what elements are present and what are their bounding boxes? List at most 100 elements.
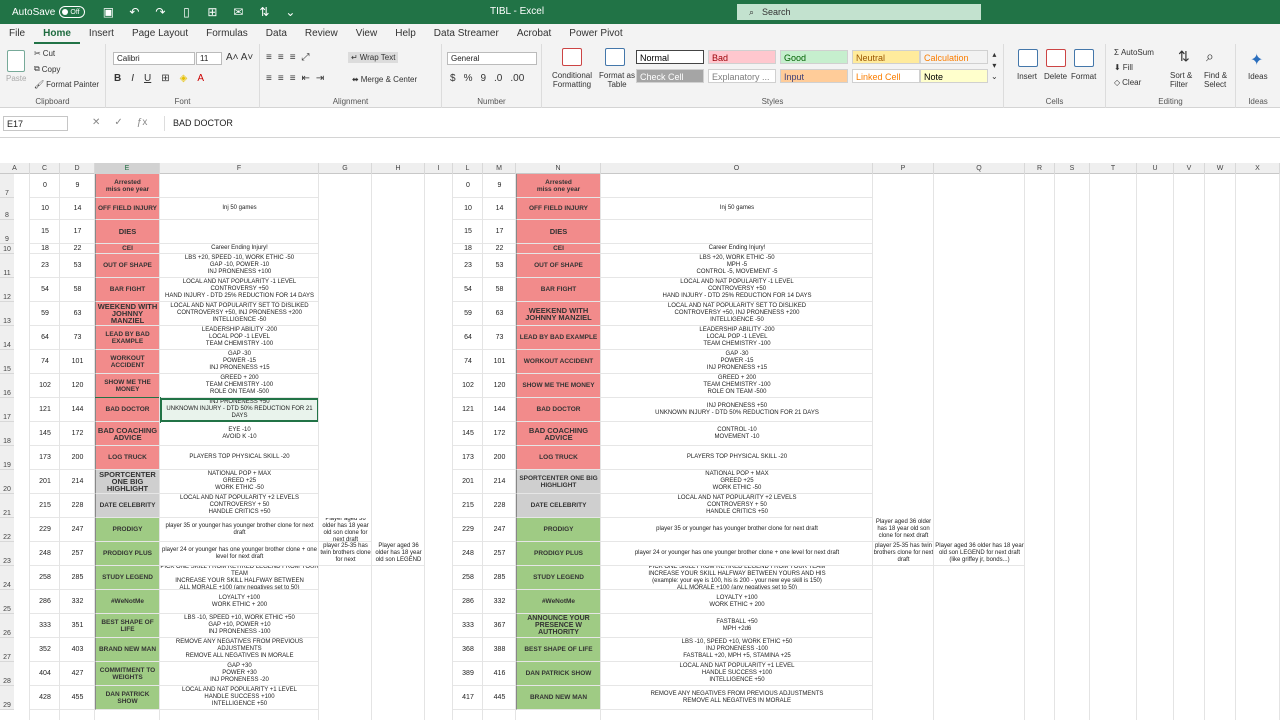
align-bottom-icon[interactable]: ≡ <box>290 52 296 63</box>
pitcher-event-name-cell[interactable]: BEST SHAPE OF LIFE <box>516 638 601 662</box>
cell-d[interactable]: 101 <box>60 350 95 374</box>
cell-m[interactable]: 332 <box>483 590 516 614</box>
cell-c[interactable]: 18 <box>30 244 60 254</box>
cell-l[interactable]: 258 <box>453 566 483 590</box>
effect-cell[interactable]: LOCAL AND NAT POPULARITY +1 LEVEL HANDLE… <box>160 686 319 710</box>
formula-input[interactable]: BAD DOCTOR <box>164 116 1274 131</box>
cell-d[interactable]: 73 <box>60 326 95 350</box>
autosum-button[interactable]: Σ AutoSum <box>1114 48 1154 57</box>
effect-cell[interactable]: player 24 or younger has one younger bro… <box>160 542 319 566</box>
row-header[interactable]: 24 <box>0 566 14 590</box>
event-name-cell[interactable]: BRAND NEW MAN <box>95 638 160 662</box>
cell-m[interactable]: 200 <box>483 446 516 470</box>
pitcher-event-name-cell[interactable]: DATE CELEBRITY <box>516 494 601 518</box>
row-header[interactable]: 29 <box>0 686 14 710</box>
effect-cell[interactable]: GAP +30 POWER +30 INJ PRONENESS -20 <box>160 662 319 686</box>
effect-cell[interactable]: NATIONAL POP + MAX GREED +25 WORK ETHIC … <box>160 470 319 494</box>
effect-cell[interactable]: LOCAL AND NAT POPULARITY -1 LEVEL CONTRO… <box>160 278 319 302</box>
pitcher-effect-cell[interactable]: LOCAL AND NAT POPULARITY +1 LEVEL HANDLE… <box>601 662 873 686</box>
event-name-cell[interactable]: BEST SHAPE OF LIFE <box>95 614 160 638</box>
event-name-cell[interactable]: BAR FIGHT <box>95 278 160 302</box>
effect-cell[interactable]: REMOVE ANY NEGATIVES FROM PREVIOUS ADJUS… <box>160 638 319 662</box>
percent-icon[interactable]: % <box>464 73 473 84</box>
row-header[interactable]: 14 <box>0 326 14 350</box>
ideas-icon[interactable]: ✦ <box>1250 50 1263 70</box>
event-name-cell[interactable]: DIES <box>95 220 160 244</box>
name-box[interactable]: E17 <box>3 116 68 131</box>
cell-c[interactable]: 10 <box>30 198 60 220</box>
cell-d[interactable]: 285 <box>60 566 95 590</box>
scroll-up-icon[interactable]: ▴ <box>992 50 996 59</box>
pitcher-event-name-cell[interactable]: STUDY LEGEND <box>516 566 601 590</box>
pitcher-event-name-cell[interactable]: OUT OF SHAPE <box>516 254 601 278</box>
undo-icon[interactable]: ↶ <box>127 5 141 19</box>
cell-m[interactable]: 367 <box>483 614 516 638</box>
cell-c[interactable]: 229 <box>30 518 60 542</box>
conditional-formatting-icon[interactable] <box>562 48 582 66</box>
pitcher-event-name-cell[interactable]: BAD COACHING ADVICE <box>516 422 601 446</box>
event-name-cell[interactable]: WORKOUT ACCIDENT <box>95 350 160 374</box>
extra-effect-cell[interactable]: Player aged 36 older has 18 year old son… <box>934 542 1025 566</box>
pitcher-event-name-cell[interactable]: CEI <box>516 244 601 254</box>
cell-d[interactable]: 351 <box>60 614 95 638</box>
row-header[interactable]: 16 <box>0 374 14 398</box>
conditional-formatting-button[interactable]: Conditional Formatting <box>550 71 594 89</box>
col-header-i[interactable]: I <box>425 163 453 174</box>
pitcher-event-name-cell[interactable]: SHOW ME THE MONEY <box>516 374 601 398</box>
col-header-c[interactable]: C <box>30 163 60 174</box>
underline-button[interactable]: U <box>144 73 151 84</box>
merge-center-button[interactable]: ⬌ Merge & Center <box>352 75 417 84</box>
border-icon[interactable]: ⊞ <box>161 73 169 84</box>
increase-decimal-icon[interactable]: .0 <box>494 73 502 84</box>
event-name-cell[interactable]: BAD COACHING ADVICE <box>95 422 160 446</box>
effect-cell[interactable]: LOCAL AND NAT POPULARITY SET TO DISLIKED… <box>160 302 319 326</box>
col-header-l[interactable]: L <box>453 163 483 174</box>
cell-m[interactable]: 53 <box>483 254 516 278</box>
cell-m[interactable]: 73 <box>483 326 516 350</box>
pitcher-event-name-cell[interactable]: PRODIGY <box>516 518 601 542</box>
wrap-text-button[interactable]: ↵ Wrap Text <box>348 52 399 63</box>
pitcher-effect-cell[interactable]: player 24 or younger has one younger bro… <box>601 542 873 566</box>
cell-l[interactable]: 64 <box>453 326 483 350</box>
sort-filter-button[interactable]: Sort & Filter <box>1170 71 1200 89</box>
tab-file[interactable]: File <box>0 28 34 44</box>
cell-l[interactable]: 121 <box>453 398 483 422</box>
cell-m[interactable]: 285 <box>483 566 516 590</box>
cell-m[interactable]: 101 <box>483 350 516 374</box>
find-icon[interactable]: ⌕ <box>1206 48 1214 65</box>
cell-d[interactable]: 427 <box>60 662 95 686</box>
align-center-icon[interactable]: ≡ <box>278 73 284 84</box>
pitcher-effect-cell[interactable] <box>601 174 873 198</box>
cell-c[interactable]: 333 <box>30 614 60 638</box>
col-header-d[interactable]: D <box>60 163 95 174</box>
event-name-cell[interactable]: OUT OF SHAPE <box>95 254 160 278</box>
cell-l[interactable]: 417 <box>453 686 483 710</box>
align-middle-icon[interactable]: ≡ <box>278 52 284 63</box>
event-name-cell[interactable]: #WeNotMe <box>95 590 160 614</box>
pitcher-event-name-cell[interactable]: SPORTCENTER ONE BIG HIGHLIGHT <box>516 470 601 494</box>
cell-l[interactable]: 15 <box>453 220 483 244</box>
row-header[interactable]: 12 <box>0 278 14 302</box>
cell-m[interactable]: 214 <box>483 470 516 494</box>
cell-m[interactable]: 58 <box>483 278 516 302</box>
cell-m[interactable]: 445 <box>483 686 516 710</box>
cell-d[interactable]: 228 <box>60 494 95 518</box>
cell-l[interactable]: 145 <box>453 422 483 446</box>
redo-icon[interactable]: ↷ <box>153 5 167 19</box>
cell-style-normal[interactable]: Normal <box>636 50 704 64</box>
scroll-down-icon[interactable]: ▾ <box>992 61 996 70</box>
number-format-select[interactable]: General <box>447 52 537 65</box>
pitcher-effect-cell[interactable]: LEADERSHIP ABILITY -200 LOCAL POP -1 LEV… <box>601 326 873 350</box>
cell-c[interactable]: 54 <box>30 278 60 302</box>
cancel-icon[interactable]: ✕ <box>92 117 100 128</box>
event-name-cell[interactable]: SPORTCENTER ONE BIG HIGHLIGHT <box>95 470 160 494</box>
cell-d[interactable]: 22 <box>60 244 95 254</box>
extra-effect-cell[interactable]: Player aged 36 older has 18 year old son… <box>873 518 934 542</box>
enter-icon[interactable]: ✓ <box>114 117 122 128</box>
cell-d[interactable]: 120 <box>60 374 95 398</box>
cell-m[interactable]: 14 <box>483 198 516 220</box>
effect-cell[interactable]: PICK ONE SKILL FROM RETIRED LEGEND FROM … <box>160 566 319 590</box>
format-cells-icon[interactable] <box>1074 49 1094 67</box>
cell-c[interactable]: 145 <box>30 422 60 446</box>
col-header-e[interactable]: E <box>95 163 160 174</box>
